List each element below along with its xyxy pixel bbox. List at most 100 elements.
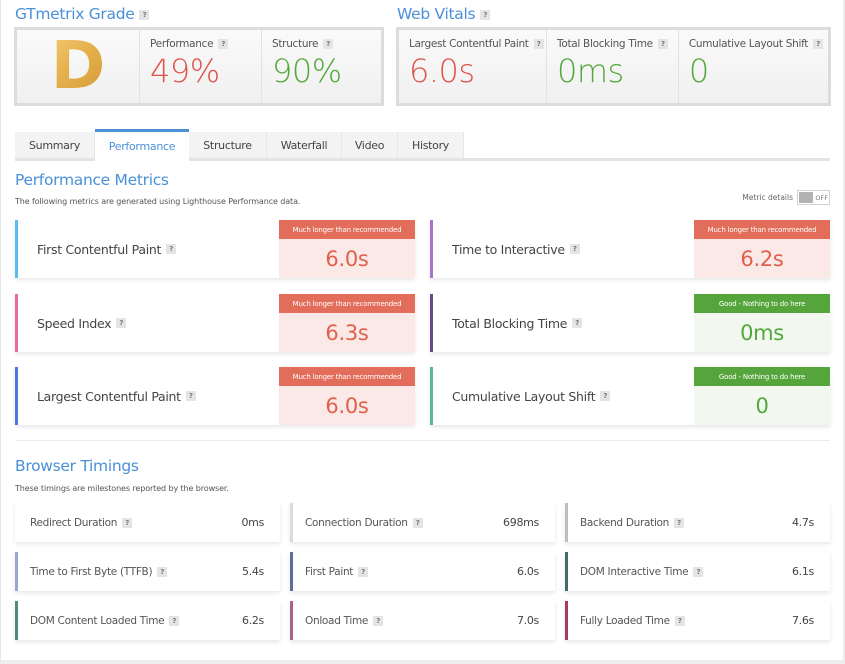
- toggle-knob: [799, 192, 814, 203]
- metric-card: Speed Index? Much longer than recommended…: [15, 294, 415, 352]
- metric-status-badge: Much longer than recommended: [279, 367, 415, 386]
- timing-card: First Paint? 6.0s: [290, 552, 555, 591]
- help-icon[interactable]: ?: [218, 39, 229, 49]
- timing-card: Connection Duration? 698ms: [290, 503, 555, 542]
- timing-card: Backend Duration? 4.7s: [565, 503, 830, 542]
- timing-card: DOM Content Loaded Time? 6.2s: [15, 601, 280, 640]
- metric-name-cell: Largest Contentful Paint?: [18, 367, 279, 425]
- timing-name: DOM Interactive Time: [580, 565, 689, 578]
- browser-timings-description: These timings are milestones reported by…: [15, 484, 229, 493]
- timing-name: Fully Loaded Time: [580, 614, 670, 627]
- help-icon[interactable]: ?: [572, 318, 583, 328]
- help-icon[interactable]: ?: [412, 517, 423, 528]
- help-icon[interactable]: ?: [122, 517, 133, 528]
- gtmetrix-grade-heading: GTmetrix Grade?: [15, 5, 150, 23]
- metric-name: Cumulative Layout Shift: [452, 388, 596, 404]
- timing-card: DOM Interactive Time? 6.1s: [565, 552, 830, 591]
- timing-name-cell: DOM Interactive Time?: [568, 566, 792, 578]
- metric-status-badge: Much longer than recommended: [279, 294, 415, 313]
- timing-value: 0ms: [241, 516, 264, 529]
- help-icon[interactable]: ?: [373, 615, 384, 626]
- metric-value: 6.2s: [694, 239, 830, 278]
- timing-name-cell: Onload Time?: [293, 615, 517, 627]
- structure-score-cell: Structure? 90%: [262, 30, 381, 103]
- metric-status-badge: Much longer than recommended: [694, 220, 830, 239]
- metric-name: Largest Contentful Paint: [37, 388, 181, 404]
- web-vitals-box: Largest Contentful Paint? 6.0s Total Blo…: [396, 27, 831, 106]
- grade-box: D Performance? 49% Structure? 90%: [14, 27, 384, 106]
- timing-value: 6.0s: [516, 565, 539, 578]
- section-divider: [15, 440, 830, 441]
- help-icon[interactable]: ?: [166, 244, 177, 254]
- help-icon[interactable]: ?: [813, 39, 824, 49]
- metric-value: 0: [694, 386, 830, 425]
- metric-value-cell: Much longer than recommended 6.0s: [279, 220, 415, 278]
- help-icon[interactable]: ?: [600, 391, 611, 401]
- web-vital-value: 6.0s: [409, 52, 475, 90]
- help-icon[interactable]: ?: [674, 517, 685, 528]
- performance-score: 49%: [150, 52, 220, 90]
- help-icon[interactable]: ?: [569, 244, 580, 254]
- help-icon[interactable]: ?: [693, 566, 704, 577]
- web-vital-cls: Cumulative Layout Shift? 0: [679, 30, 833, 103]
- help-icon[interactable]: ?: [185, 391, 196, 401]
- help-icon[interactable]: ?: [139, 9, 150, 20]
- metric-name: Total Blocking Time: [452, 315, 568, 331]
- metric-name-cell: Total Blocking Time?: [433, 294, 694, 352]
- performance-metrics-description: The following metrics are generated usin…: [15, 197, 301, 206]
- timing-name-cell: Fully Loaded Time?: [568, 615, 792, 627]
- metric-card: Largest Contentful Paint? Much longer tha…: [15, 367, 415, 425]
- tab-summary[interactable]: Summary: [15, 132, 95, 158]
- tab-video[interactable]: Video: [342, 132, 398, 158]
- metric-value-cell: Good - Nothing to do here 0: [694, 367, 830, 425]
- timing-value: 6.2s: [241, 614, 264, 627]
- timing-value: 6.1s: [791, 565, 814, 578]
- performance-metrics-title: Performance Metrics: [15, 171, 169, 189]
- timing-name: DOM Content Loaded Time: [30, 614, 165, 627]
- timing-value: 698ms: [503, 516, 539, 529]
- timing-name-cell: Connection Duration?: [293, 517, 503, 529]
- performance-score-cell: Performance? 49%: [140, 30, 262, 103]
- timing-name-cell: Redirect Duration?: [18, 517, 241, 529]
- timing-name-cell: Time to First Byte (TTFB)?: [18, 566, 242, 578]
- help-icon[interactable]: ?: [169, 615, 180, 626]
- timing-value: 5.4s: [241, 565, 264, 578]
- metric-name-cell: Cumulative Layout Shift?: [433, 367, 694, 425]
- timing-name-cell: Backend Duration?: [568, 517, 792, 529]
- help-icon[interactable]: ?: [323, 39, 334, 49]
- tab-performance[interactable]: Performance: [95, 129, 189, 161]
- grade-letter: D: [17, 30, 139, 102]
- metric-value: 6.3s: [279, 313, 415, 352]
- tab-waterfall[interactable]: Waterfall: [267, 132, 342, 158]
- metric-status-badge: Good - Nothing to do here: [694, 294, 830, 313]
- report-tabs: Summary Performance Structure Waterfall …: [15, 129, 830, 161]
- help-icon[interactable]: ?: [157, 566, 168, 577]
- metric-value-cell: Much longer than recommended 6.0s: [279, 367, 415, 425]
- help-icon[interactable]: ?: [480, 9, 491, 20]
- help-icon[interactable]: ?: [358, 566, 369, 577]
- help-icon[interactable]: ?: [657, 39, 668, 49]
- web-vitals-title: Web Vitals: [397, 5, 476, 23]
- metric-value-cell: Good - Nothing to do here 0ms: [694, 294, 830, 352]
- metric-name: First Contentful Paint: [37, 241, 162, 257]
- metric-value: 6.0s: [279, 239, 415, 278]
- timing-name-cell: First Paint?: [293, 566, 517, 578]
- web-vital-label: Cumulative Layout Shift: [688, 38, 809, 50]
- metric-status-badge: Good - Nothing to do here: [694, 367, 830, 386]
- grade-letter-cell: D: [17, 30, 140, 103]
- metric-card: First Contentful Paint? Much longer than …: [15, 220, 415, 278]
- help-icon[interactable]: ?: [116, 318, 127, 328]
- metric-value-cell: Much longer than recommended 6.3s: [279, 294, 415, 352]
- metric-details-toggle[interactable]: OFF: [797, 190, 830, 205]
- tab-structure[interactable]: Structure: [189, 132, 267, 158]
- timing-card: Onload Time? 7.0s: [290, 601, 555, 640]
- metric-details-label: Metric details: [742, 193, 793, 202]
- metric-card: Cumulative Layout Shift? Good - Nothing t…: [430, 367, 830, 425]
- metric-name: Speed Index: [37, 315, 112, 331]
- metric-card: Time to Interactive? Much longer than rec…: [430, 220, 830, 278]
- help-icon[interactable]: ?: [533, 39, 544, 49]
- tab-history[interactable]: History: [398, 132, 464, 158]
- toggle-state: OFF: [815, 193, 828, 202]
- structure-score: 90%: [272, 52, 342, 90]
- help-icon[interactable]: ?: [674, 615, 685, 626]
